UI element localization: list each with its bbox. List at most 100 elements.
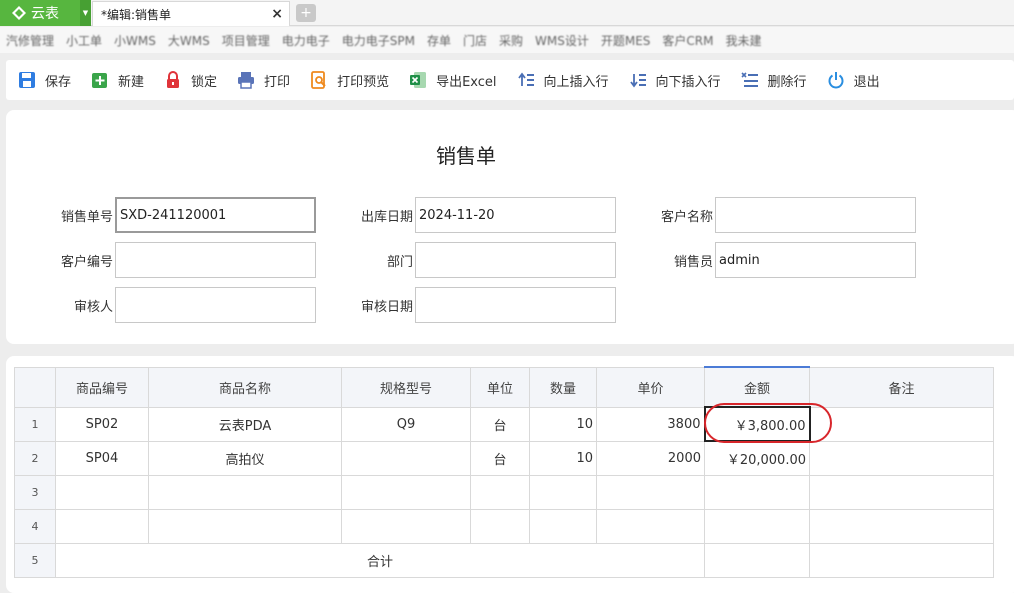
bookmark-item[interactable]: 我未建 bbox=[726, 32, 762, 49]
sales-items-grid: 商品编号 商品名称 规格型号 单位 数量 单价 金额 备注 1 SP02 云表P… bbox=[14, 366, 994, 578]
column-header[interactable]: 商品名称 bbox=[148, 366, 342, 408]
save-icon bbox=[19, 72, 35, 88]
chevron-down-icon[interactable]: ▼ bbox=[80, 0, 91, 26]
reviewer-field[interactable] bbox=[115, 287, 316, 323]
cell-unit[interactable]: 台 bbox=[470, 440, 530, 476]
column-header[interactable]: 规格型号 bbox=[341, 366, 471, 408]
salesperson-field[interactable]: admin bbox=[715, 242, 916, 278]
cell-unit[interactable] bbox=[470, 474, 530, 510]
order-no-label: 销售单号 bbox=[60, 210, 113, 225]
table-row: 1 SP02 云表PDA Q9 台 10 3800 ￥3,800.00 bbox=[14, 406, 994, 442]
cell-unit[interactable]: 台 bbox=[470, 406, 530, 442]
lock-button[interactable]: 锁定 bbox=[164, 71, 217, 90]
cell-quantity[interactable]: 10 bbox=[529, 440, 597, 476]
cell-unit-price[interactable]: 2000 bbox=[596, 440, 705, 476]
row-number[interactable]: 1 bbox=[14, 406, 56, 442]
cell-spec[interactable]: Q9 bbox=[341, 406, 471, 442]
bookmark-item[interactable]: 汽修管理 bbox=[6, 32, 54, 49]
total-label: 合计 bbox=[55, 542, 705, 578]
cell-product-code[interactable] bbox=[55, 508, 149, 544]
excel-icon bbox=[410, 72, 427, 88]
cell-remark[interactable] bbox=[809, 508, 994, 544]
table-row: 2 SP04 高拍仪 台 10 2000 ￥20,000.00 bbox=[14, 440, 994, 476]
bookmark-item[interactable]: 门店 bbox=[463, 32, 487, 49]
bookmark-item[interactable]: 电力电子 bbox=[282, 32, 330, 49]
cell-quantity[interactable] bbox=[529, 474, 597, 510]
cell-unit-price[interactable] bbox=[596, 474, 705, 510]
cell-amount[interactable] bbox=[704, 508, 810, 544]
cell-quantity[interactable]: 10 bbox=[529, 406, 597, 442]
cell-product-code[interactable] bbox=[55, 474, 149, 510]
total-remark[interactable] bbox=[809, 542, 994, 578]
cell-product-name[interactable]: 云表PDA bbox=[148, 406, 342, 442]
column-header[interactable]: 单位 bbox=[470, 366, 530, 408]
review-date-field[interactable] bbox=[415, 287, 616, 323]
print-button[interactable]: 打印 bbox=[237, 71, 290, 90]
insert-row-below-button[interactable]: 向下插入行 bbox=[629, 71, 721, 90]
column-header[interactable]: 备注 bbox=[809, 366, 994, 408]
new-tab-plus-icon[interactable]: + bbox=[296, 4, 316, 22]
close-icon[interactable]: × bbox=[271, 6, 283, 22]
cell-product-name[interactable] bbox=[148, 508, 342, 544]
cell-remark[interactable] bbox=[809, 406, 994, 442]
app-menu-button[interactable]: 云表 bbox=[0, 0, 80, 26]
bookmark-item[interactable]: 项目管理 bbox=[222, 32, 270, 49]
review-date-label: 审核日期 bbox=[360, 300, 413, 315]
bookmark-item[interactable]: 客户CRM bbox=[662, 32, 713, 49]
row-number[interactable]: 4 bbox=[14, 508, 56, 544]
total-amount[interactable] bbox=[704, 542, 810, 578]
print-preview-icon bbox=[311, 71, 326, 89]
cell-remark[interactable] bbox=[809, 440, 994, 476]
department-label: 部门 bbox=[386, 255, 413, 270]
delete-row-button[interactable]: 删除行 bbox=[740, 71, 807, 90]
column-header[interactable]: 数量 bbox=[529, 366, 597, 408]
tab-edit-sales-order[interactable]: *编辑:销售单 × bbox=[92, 1, 290, 26]
cell-spec[interactable] bbox=[341, 474, 471, 510]
column-header[interactable]: 单价 bbox=[596, 366, 705, 408]
bookmark-item[interactable]: 电力电子SPM bbox=[342, 32, 415, 49]
cell-amount[interactable] bbox=[704, 474, 810, 510]
exit-button[interactable]: 退出 bbox=[827, 71, 880, 90]
print-preview-button[interactable]: 打印预览 bbox=[310, 71, 389, 90]
cell-product-code[interactable]: SP02 bbox=[55, 406, 149, 442]
row-number-header bbox=[14, 366, 56, 408]
cell-unit-price[interactable]: 3800 bbox=[596, 406, 705, 442]
bookmark-item[interactable]: 存单 bbox=[427, 32, 451, 49]
cell-spec[interactable] bbox=[341, 440, 471, 476]
bookmark-item[interactable]: 大WMS bbox=[168, 32, 210, 49]
bookmark-item[interactable]: 开题MES bbox=[601, 32, 651, 49]
cell-spec[interactable] bbox=[341, 508, 471, 544]
customer-name-field[interactable] bbox=[715, 197, 916, 233]
ship-date-field[interactable]: 2024-11-20 bbox=[415, 197, 616, 233]
cell-amount-selected[interactable]: ￥3,800.00 bbox=[703, 406, 811, 442]
row-number[interactable]: 5 bbox=[14, 542, 56, 578]
insert-row-above-button[interactable]: 向上插入行 bbox=[517, 71, 609, 90]
order-no-field[interactable]: SXD-241120001 bbox=[115, 197, 316, 233]
salesperson-label: 销售员 bbox=[673, 255, 713, 270]
row-number[interactable]: 3 bbox=[14, 474, 56, 510]
cell-remark[interactable] bbox=[809, 474, 994, 510]
cell-unit-price[interactable] bbox=[596, 508, 705, 544]
column-header[interactable]: 商品编号 bbox=[55, 366, 149, 408]
cell-product-name[interactable] bbox=[148, 474, 342, 510]
bookmark-item[interactable]: 采购 bbox=[499, 32, 523, 49]
cell-product-code[interactable]: SP04 bbox=[55, 440, 149, 476]
app-logo-icon bbox=[12, 6, 26, 20]
save-button[interactable]: 保存 bbox=[18, 71, 71, 90]
cell-product-name[interactable]: 高拍仪 bbox=[148, 440, 342, 476]
export-excel-button[interactable]: 导出Excel bbox=[409, 71, 497, 90]
department-field[interactable] bbox=[415, 242, 616, 278]
row-number[interactable]: 2 bbox=[14, 440, 56, 476]
bookmark-item[interactable]: 小工单 bbox=[66, 32, 102, 49]
cell-amount[interactable]: ￥20,000.00 bbox=[704, 440, 810, 476]
bookmark-item[interactable]: 小WMS bbox=[114, 32, 156, 49]
power-icon bbox=[828, 72, 844, 89]
column-header[interactable]: 金额 bbox=[704, 366, 810, 408]
app-name: 云表 bbox=[31, 6, 59, 22]
new-button[interactable]: 新建 bbox=[91, 71, 144, 90]
cell-quantity[interactable] bbox=[529, 508, 597, 544]
cell-unit[interactable] bbox=[470, 508, 530, 544]
header-row: 商品编号 商品名称 规格型号 单位 数量 单价 金额 备注 bbox=[14, 366, 994, 408]
customer-code-field[interactable] bbox=[115, 242, 316, 278]
bookmark-item[interactable]: WMS设计 bbox=[535, 32, 589, 49]
